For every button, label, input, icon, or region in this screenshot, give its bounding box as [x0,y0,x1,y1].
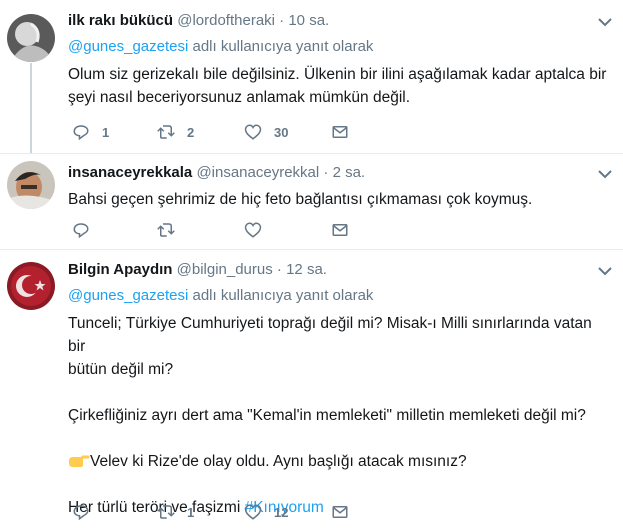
reply-context: @gunes_gazetesi adlı kullanıcıya yanıt o… [68,38,613,55]
retweet-icon [157,505,175,519]
like-button[interactable]: 12 [244,503,288,521]
mention-link[interactable]: @gunes_gazetesi [68,287,188,304]
mention-link[interactable]: @gunes_gazetesi [68,38,188,55]
tweet[interactable]: ilk rakı bükücü @lordoftheraki · 10 sa. … [0,0,623,153]
reply-button[interactable] [72,221,90,239]
reply-count: 1 [102,124,110,140]
tweet-text-line: Velev ki Rize'de olay oldu. Aynı başlığı… [68,450,613,473]
retweet-count: 2 [187,124,195,140]
retweet-icon [157,223,175,237]
tweet-actions [68,221,388,241]
tweet-actions: 1 12 [68,503,388,523]
like-count: 30 [274,124,289,140]
like-icon [244,124,262,140]
tweet-header: Bilgin Apaydın @bilgin_durus · 12 sa. [68,261,613,281]
chevron-down-icon[interactable] [597,14,613,30]
tweet-actions: 1 2 30 [68,123,388,143]
like-button[interactable]: 30 [244,123,288,141]
like-icon [244,504,262,520]
dm-button[interactable] [331,503,349,521]
tweet-text-line: Bahsi geçen şehrimiz de hiç feto bağlant… [68,191,533,208]
retweet-button[interactable]: 1 [157,503,194,521]
reply-icon [73,125,89,141]
separator-dot: · [279,12,285,29]
reply-button[interactable] [72,503,90,521]
chevron-down-icon[interactable] [597,263,613,279]
tweet-text: Bahsi geçen şehrimiz de hiç feto bağlant… [68,188,613,211]
timestamp[interactable]: 12 sa. [286,261,327,278]
reply-context-text: adlı kullanıcıya yanıt olarak [188,38,374,55]
dm-icon [332,224,348,236]
dm-icon [332,506,348,518]
retweet-button[interactable]: 2 [157,123,194,141]
retweet-icon [157,125,175,139]
like-button[interactable] [244,221,262,239]
tweet-text-line: bütün değil mi? [68,361,174,378]
tweet-text: Tunceli; Türkiye Cumhuriyeti toprağı değ… [68,312,613,519]
tweet-text-line: Çirkefliğiniz ayrı dert ama "Kemal'in me… [68,407,586,424]
user-handle[interactable]: @lordoftheraki [177,12,275,29]
pointing-hand-icon [68,452,90,468]
separator-dot: · [276,261,282,278]
tweet[interactable]: insanaceyrekkala @insanaceyrekkal · 2 sa… [0,153,623,249]
tweet-text-line: Tunceli; Türkiye Cumhuriyeti toprağı değ… [68,315,592,355]
tweet-text-line: Olum siz gerizekalı bile değilsiniz. Ülk… [68,66,607,83]
timestamp[interactable]: 2 sa. [333,164,366,181]
tweet-text-line: şeyi nasıl beceriyorsunuz anlamak mümkün… [68,89,411,106]
tweet-text-segment: Velev ki Rize'de olay oldu. Aynı başlığı… [90,453,467,470]
avatar[interactable] [7,14,55,62]
like-icon [244,222,262,238]
dm-button[interactable] [331,123,349,141]
tweet-header: insanaceyrekkala @insanaceyrekkal · 2 sa… [68,164,613,184]
user-handle[interactable]: @insanaceyrekkal [196,164,319,181]
retweet-count: 1 [187,504,195,520]
avatar[interactable] [7,161,55,209]
reply-button[interactable]: 1 [72,123,109,141]
tweet[interactable]: Bilgin Apaydın @bilgin_durus · 12 sa. @g… [0,249,623,530]
reply-context: @gunes_gazetesi adlı kullanıcıya yanıt o… [68,287,613,304]
display-name[interactable]: ilk rakı bükücü [68,12,173,29]
dm-icon [332,126,348,138]
chevron-down-icon[interactable] [597,166,613,182]
tweet-text: Olum siz gerizekalı bile değilsiniz. Ülk… [68,63,613,109]
display-name[interactable]: insanaceyrekkala [68,164,192,181]
reply-context-text: adlı kullanıcıya yanıt olarak [188,287,374,304]
reply-icon [73,505,89,521]
avatar[interactable] [7,262,55,310]
thread-line [30,63,32,153]
user-handle[interactable]: @bilgin_durus [177,261,273,278]
tweet-header: ilk rakı bükücü @lordoftheraki · 10 sa. [68,12,613,32]
timestamp[interactable]: 10 sa. [288,12,329,29]
display-name[interactable]: Bilgin Apaydın [68,261,172,278]
retweet-button[interactable] [157,221,175,239]
reply-icon [73,223,89,239]
like-count: 12 [274,504,289,520]
dm-button[interactable] [331,221,349,239]
separator-dot: · [323,164,329,181]
